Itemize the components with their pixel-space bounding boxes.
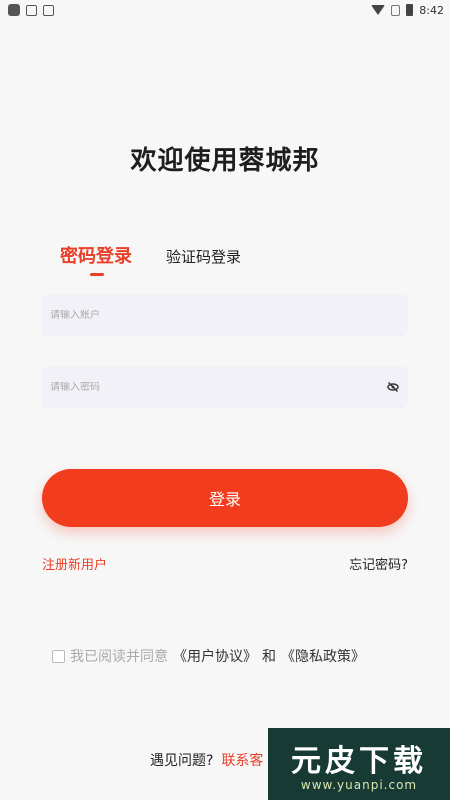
app-notification-icon <box>8 4 20 16</box>
forgot-password-link[interactable]: 忘记密码? <box>349 554 408 573</box>
tab-code-login[interactable]: 验证码登录 <box>166 246 241 268</box>
help-question: 遇见问题? <box>150 753 214 769</box>
help-row: 遇见问题? 联系客 <box>150 750 263 770</box>
font-notification-icon <box>43 4 54 16</box>
no-sim-icon <box>391 4 401 16</box>
contact-support-link[interactable]: 联系客 <box>221 750 263 770</box>
tab-active-indicator <box>90 273 104 276</box>
privacy-policy-link[interactable]: 《隐私政策》 <box>281 646 365 666</box>
agreement-checkbox[interactable] <box>52 649 65 663</box>
watermark-url: www.yuanpi.com <box>300 778 418 792</box>
user-agreement-link[interactable]: 《用户协议》 <box>173 646 257 666</box>
login-tabs: 密码登录 验证码登录 <box>60 242 241 276</box>
account-input[interactable] <box>50 309 400 321</box>
account-field <box>42 294 408 336</box>
status-bar: 8:42 <box>0 0 450 20</box>
image-notification-icon <box>26 4 37 16</box>
password-field <box>42 366 408 408</box>
tab-password-login[interactable]: 密码登录 <box>60 242 132 276</box>
page-title: 欢迎使用蓉城邦 <box>130 146 320 176</box>
password-input[interactable] <box>50 381 386 393</box>
watermark-title: 元皮下载 <box>291 744 427 779</box>
eye-off-icon[interactable] <box>386 380 400 394</box>
login-button[interactable]: 登录 <box>42 469 408 527</box>
watermark-logo: 元皮下载 www.yuanpi.com <box>268 728 450 800</box>
agreement-and: 和 <box>262 649 276 665</box>
agreement-row: 我已阅读并同意 《用户协议》 和 《隐私政策》 <box>52 646 365 666</box>
register-link[interactable]: 注册新用户 <box>42 554 107 573</box>
status-left <box>8 4 54 16</box>
status-right: 8:42 <box>371 4 444 17</box>
tab-password-login-label: 密码登录 <box>60 246 132 267</box>
status-time: 8:42 <box>419 3 444 17</box>
agreement-prefix: 我已阅读并同意 <box>70 649 168 665</box>
battery-icon <box>406 4 414 16</box>
wifi-icon <box>371 5 386 15</box>
